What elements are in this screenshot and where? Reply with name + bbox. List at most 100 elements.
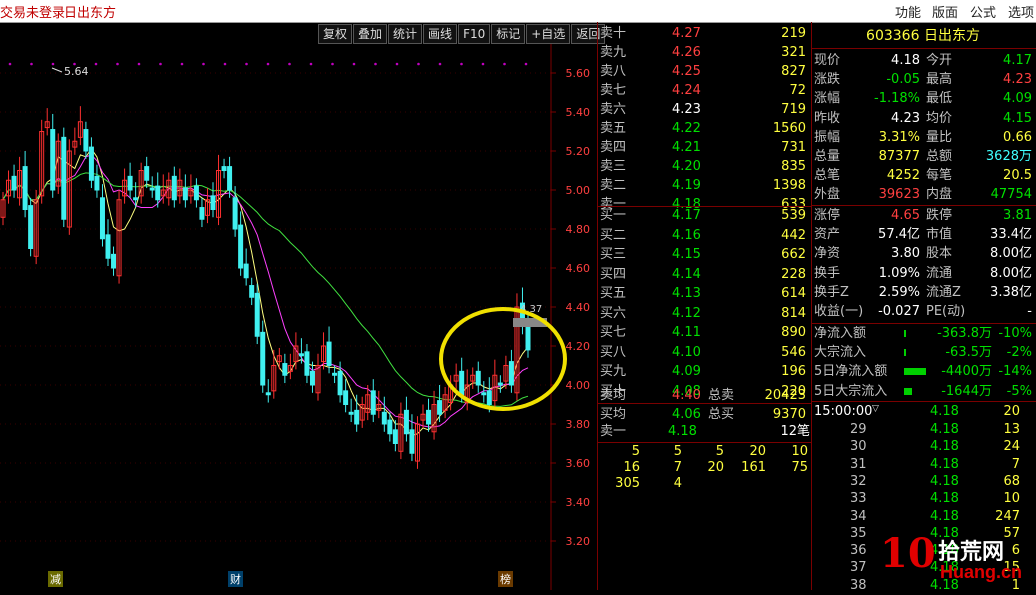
price-axis-label: 3.60: [566, 457, 591, 470]
marker-dot: [374, 62, 377, 66]
tick-time: 15:00:00: [814, 404, 873, 419]
info-row: 现价 4.18 今开 4.17: [814, 51, 1034, 70]
info-value: 3.38亿: [990, 284, 1032, 300]
ask-volume: 731: [781, 140, 806, 155]
marker-dot: [524, 62, 528, 66]
candle-body: [133, 197, 139, 201]
bid-volume: 196: [781, 364, 806, 379]
flow-value: -1644万: [941, 383, 992, 399]
info-label: 总笔: [814, 168, 841, 184]
ask-volume: 1398: [772, 178, 806, 193]
marker-dot: [51, 62, 55, 66]
top-menu-bar: 交易未登录 日出东方 功能 版面 公式 选项: [0, 0, 1036, 23]
candle-body: [238, 224, 244, 269]
tick-price: 4.18: [930, 456, 959, 472]
flow-row: 净流入额 -363.8万 -10%: [814, 324, 1034, 343]
price-axis-label: 4.00: [566, 379, 591, 392]
candle-body: [50, 129, 56, 191]
info-label: 振幅: [814, 129, 841, 145]
queue-row: 305 4: [598, 474, 808, 493]
overlay-button[interactable]: 叠加: [353, 24, 388, 44]
price-axis-label: 5.00: [566, 184, 591, 197]
ma30-line: [2, 172, 529, 407]
ask-row: 卖七 4.24 72: [600, 81, 808, 100]
candle-body: [28, 205, 34, 250]
price-axis-label: 4.40: [566, 301, 591, 314]
avg-row: 卖均 4.40 总卖 20423: [600, 386, 808, 405]
candle-body: [343, 390, 349, 406]
ask-price: 4.25: [672, 64, 701, 79]
marker-reduce[interactable]: 减: [48, 571, 63, 587]
marker-dot: [266, 62, 270, 66]
candle-body: [282, 363, 288, 376]
marker-finance[interactable]: 财: [228, 571, 243, 587]
candle-body: [249, 285, 255, 298]
info-label: 每笔: [926, 168, 953, 184]
menu-options[interactable]: 选项: [1008, 2, 1034, 21]
bid-volume: 662: [781, 247, 806, 262]
marker-dot: [94, 62, 98, 66]
candle-body: [426, 409, 432, 425]
marker-ranking[interactable]: 榜: [498, 571, 513, 587]
ask-level-label: 卖二: [600, 178, 627, 193]
candle-body: [171, 175, 177, 201]
stats-button[interactable]: 统计: [388, 24, 423, 44]
info-label: 净资: [814, 246, 841, 262]
avg-price: 4.40: [672, 388, 701, 403]
tick-second: 30: [850, 439, 867, 455]
watermark-logo: 10 拾荒网 Huang.cn: [880, 530, 1023, 582]
price-axis-label: 4.20: [566, 340, 591, 353]
info-label: 换手Z: [814, 284, 849, 300]
total-label: 总卖: [708, 388, 735, 403]
f10-button[interactable]: F10: [458, 24, 491, 44]
bid-price: 4.13: [672, 286, 701, 301]
info-value: -: [1027, 304, 1032, 319]
candle-body: [127, 175, 133, 191]
add-watchlist-button[interactable]: +自选: [526, 24, 571, 44]
info-label: 股本: [926, 246, 953, 262]
bid-price: 4.12: [672, 305, 701, 321]
filter-triangle-icon[interactable]: ▽: [872, 404, 879, 414]
info-row: 涨停 4.65 跌停 3.81: [814, 206, 1034, 225]
info-value: 4252: [886, 168, 920, 184]
candlestick-chart[interactable]: 5.60 5.40 5.20 5.00 4.80 4.60 4.40 4.20 4.00 3.80…: [0, 44, 598, 590]
ask-row: 卖三 4.20 835: [600, 157, 808, 176]
draw-line-button[interactable]: 画线: [423, 24, 458, 44]
price-axis-label: 4.80: [566, 223, 591, 236]
bid-row: 买八 4.10 546: [600, 343, 808, 362]
info-value: 4.23: [1003, 72, 1032, 88]
menu-layout[interactable]: 版面: [932, 2, 958, 21]
ask-price: 4.19: [672, 178, 701, 193]
ask-level-label: 卖四: [600, 140, 627, 155]
ask-volume: 219: [781, 26, 806, 41]
candle-body: [497, 382, 503, 386]
bid-price: 4.09: [672, 364, 701, 379]
info-value: 87377: [878, 149, 920, 164]
marker-dot: [202, 62, 205, 66]
bid-row: 买三 4.15 662: [600, 245, 808, 264]
stock-name-title: 日出东方: [64, 6, 117, 21]
ask-level-label: 卖七: [600, 83, 627, 98]
menu-formula[interactable]: 公式: [970, 2, 996, 21]
marker-dot: [460, 62, 463, 66]
mark-button[interactable]: 标记: [491, 24, 526, 44]
candle-body: [144, 166, 150, 181]
bid-level-label: 买九: [600, 364, 627, 379]
info-value: 8.00亿: [990, 265, 1032, 281]
candle-body: [265, 392, 271, 396]
flow-percent: -14%: [998, 364, 1032, 380]
candle-body: [304, 351, 310, 376]
ask-row: 卖四 4.21 731: [600, 138, 808, 157]
adjust-button[interactable]: 复权: [318, 24, 353, 44]
price-axis-label: 3.80: [566, 418, 591, 431]
candle-body: [486, 390, 492, 406]
ask-level-label: 卖五: [600, 121, 627, 136]
candle-body: [381, 411, 387, 425]
tick-volume: 7: [1011, 456, 1020, 472]
ask-price: 4.21: [672, 140, 701, 155]
bid-level-label: 买三: [600, 247, 627, 262]
info-label: 资产: [814, 227, 841, 243]
candle-body: [260, 331, 266, 386]
chart-toolbar: 复权 叠加 统计 画线 F10 标记 +自选 返回: [318, 24, 606, 44]
menu-function[interactable]: 功能: [895, 2, 921, 21]
